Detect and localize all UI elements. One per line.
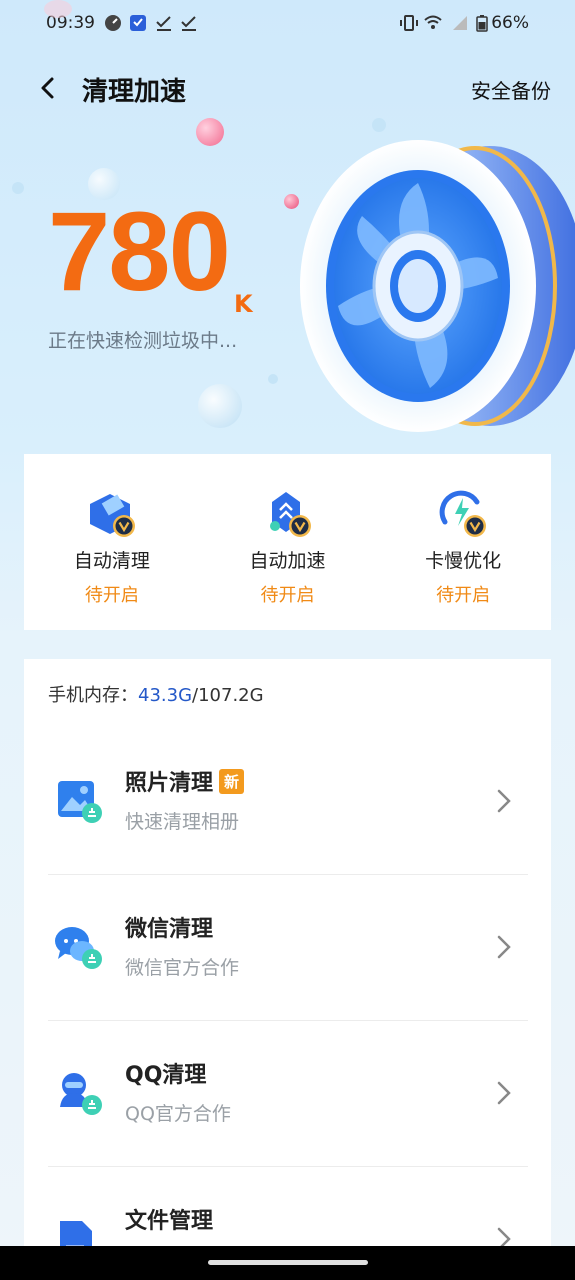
chevron-right-icon: [497, 789, 511, 813]
list-item-subtitle: 微信官方合作: [125, 957, 240, 979]
backup-button[interactable]: 安全备份: [471, 75, 551, 104]
list-item-subtitle: 快速清理相册: [125, 811, 240, 833]
list-item-title: 微信清理: [125, 917, 214, 942]
chevron-right-icon: [497, 1081, 511, 1105]
decorative-bubble: [284, 194, 299, 209]
new-badge: 新: [219, 769, 245, 794]
status-bar: 09:39 66%: [0, 0, 575, 48]
auto-speed-icon: [269, 492, 311, 537]
speedometer-icon: [105, 15, 121, 31]
feature-auto-clean[interactable]: 自动清理 待开启: [24, 454, 200, 630]
signal-icon: [453, 16, 467, 30]
feature-auto-speed[interactable]: 自动加速 待开启: [200, 454, 376, 630]
vibrate-icon: [400, 15, 418, 31]
list-item-title: QQ清理: [125, 1063, 207, 1088]
feature-status: 待开启: [436, 585, 491, 606]
photo-icon: [58, 781, 102, 823]
list-item-title: 文件管理: [125, 1209, 214, 1234]
list-item-qq-clean[interactable]: QQ清理 QQ官方合作: [48, 1021, 528, 1167]
list-item-photo-clean[interactable]: 照片清理新 快速清理相册: [48, 729, 528, 875]
feature-label: 卡慢优化: [425, 550, 502, 572]
clean-list-card: 手机内存：43.3G/107.2G 照片清理新 快速清理相册 微信清理 微信官方…: [24, 659, 551, 1261]
check-icon: [156, 16, 171, 31]
wechat-icon: [55, 927, 102, 969]
qq-icon: [60, 1073, 102, 1115]
page-title: 清理加速: [82, 77, 187, 107]
feature-status: 待开启: [260, 585, 315, 606]
decorative-bubble: [196, 118, 224, 146]
battery-percent: 66%: [491, 13, 529, 33]
feature-card: 自动清理 待开启 自动加速 待开启 卡慢优化 待开启: [24, 454, 551, 630]
decorative-bubble: [44, 0, 72, 18]
battery-icon: [476, 15, 488, 32]
storage-used: 43.3G: [138, 685, 193, 706]
feature-lag-optimize[interactable]: 卡慢优化 待开启: [375, 454, 551, 630]
storage-label: 手机内存：: [48, 685, 138, 706]
feature-status: 待开启: [84, 585, 139, 606]
chevron-left-icon: [41, 77, 54, 99]
junk-unit: K: [234, 290, 253, 318]
list-item-wechat-clean[interactable]: 微信清理 微信官方合作: [48, 875, 528, 1021]
shield-icon: [130, 15, 146, 31]
check-icon: [181, 16, 196, 31]
list-item-subtitle: QQ官方合作: [125, 1103, 231, 1125]
storage-total: /107.2G: [192, 685, 264, 706]
home-indicator[interactable]: [208, 1260, 368, 1265]
system-nav-bar: [0, 1246, 575, 1280]
decorative-bubble: [198, 384, 242, 428]
decorative-bubble: [12, 182, 24, 194]
decorative-bubble: [372, 118, 386, 132]
storage-info: 手机内存：43.3G/107.2G: [48, 681, 264, 707]
junk-amount: 780: [48, 189, 231, 314]
scan-status: 正在快速检测垃圾中...: [48, 330, 238, 352]
feature-label: 自动加速: [249, 550, 326, 572]
chevron-right-icon: [497, 935, 511, 959]
wifi-icon: [424, 15, 442, 29]
list-item-title: 照片清理新: [125, 765, 245, 797]
back-button[interactable]: [30, 70, 66, 106]
auto-clean-icon: [89, 494, 135, 537]
fan-illustration: [300, 140, 575, 432]
lag-optimize-icon: [439, 490, 487, 537]
decorative-bubble: [268, 374, 278, 384]
feature-label: 自动清理: [73, 550, 150, 572]
